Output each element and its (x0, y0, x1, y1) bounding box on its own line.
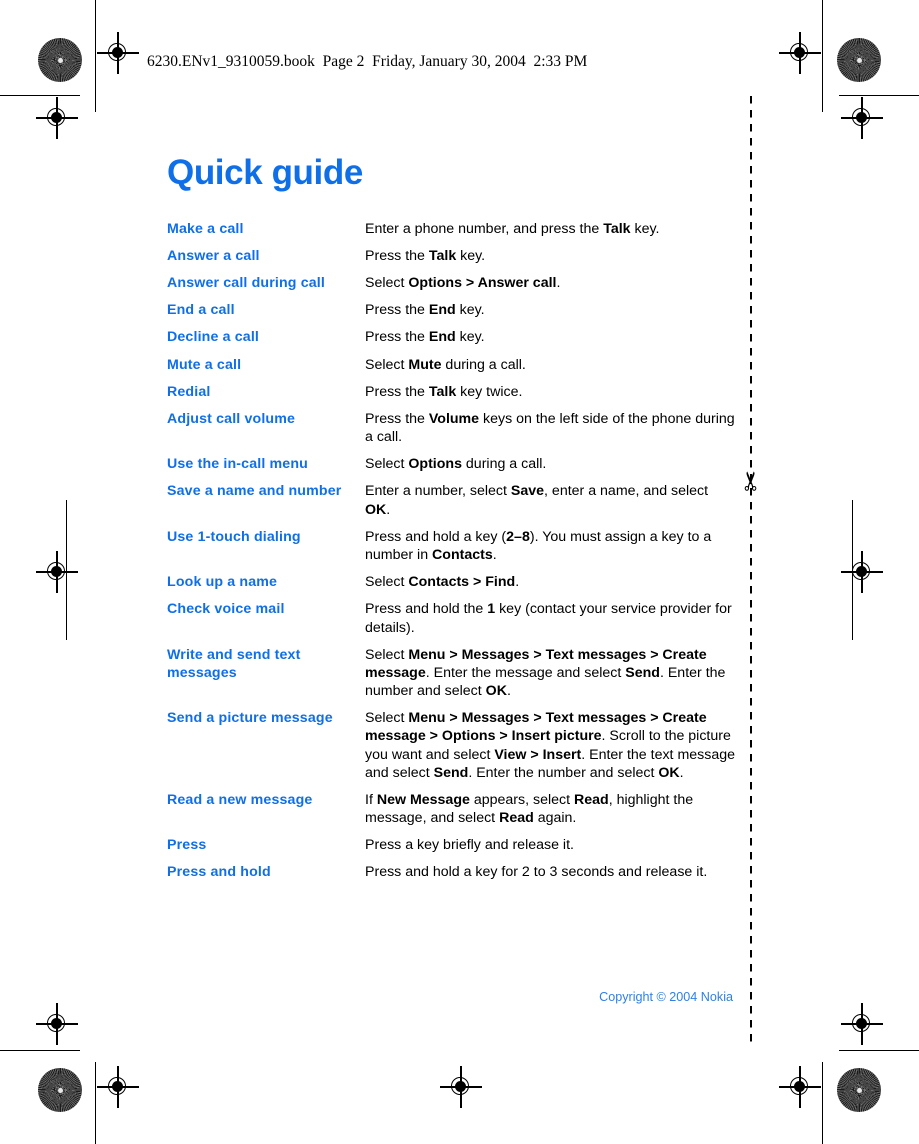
guide-description: Enter a number, select Save, enter a nam… (365, 483, 709, 518)
registration-target-right-middle (841, 551, 883, 593)
trim-rule-vertical-right-top (822, 0, 824, 112)
table-row: Adjust call volume Press the Volume keys … (167, 410, 737, 455)
guide-description: Select Contacts > Find. (365, 574, 520, 591)
registration-target-bottom-left (97, 1066, 139, 1108)
guide-description: Press a key briefly and release it. (365, 837, 574, 854)
guide-description: Enter a phone number, and press the Talk… (365, 220, 660, 237)
guide-term: Send a picture message (167, 710, 333, 727)
guide-description: Select Menu > Messages > Text messages >… (365, 710, 736, 781)
table-row: Mute a call Select Mute during a call. (167, 356, 737, 383)
quick-guide-table: Make a call Enter a phone number, and pre… (167, 220, 737, 891)
guide-term: Decline a call (167, 329, 260, 346)
guide-term: Press and hold (167, 864, 271, 881)
quick-guide-table-body: Make a call Enter a phone number, and pre… (167, 220, 737, 891)
guide-term: Write and send text messages (167, 646, 301, 681)
guide-term: Answer call during call (167, 275, 325, 292)
guide-term: Press (167, 837, 207, 854)
guide-description: Select Options > Answer call. (365, 275, 561, 292)
guide-term: Answer a call (167, 247, 260, 264)
registration-target-right-lower (841, 1003, 883, 1045)
table-row: Send a picture message Select Menu > Mess… (167, 709, 737, 791)
trim-rule-vertical-right-bottom (822, 1062, 824, 1144)
table-row: Use the in-call menu Select Options durin… (167, 455, 737, 482)
guide-description: Select Mute during a call. (365, 356, 526, 373)
table-row: Write and send text messages Select Menu … (167, 646, 737, 710)
guide-description: Select Menu > Messages > Text messages >… (365, 646, 726, 700)
registration-target-left-lower (36, 1003, 78, 1045)
guide-term: Save a name and number (167, 483, 342, 500)
trim-rule-vertical-left-middle (66, 500, 68, 640)
guide-description: Press the Talk key twice. (365, 383, 523, 400)
table-row: Read a new message If New Message appears… (167, 791, 737, 836)
scissors-icon: ✂ (735, 470, 766, 492)
registration-target-bottom-right (779, 1066, 821, 1108)
guide-term: Use 1-touch dialing (167, 528, 301, 545)
footer-copyright: Copyright © 2004 Nokia (599, 990, 733, 1004)
trim-rule-vertical-right-middle (852, 500, 854, 640)
guide-description: Press and hold the 1 key (contact your s… (365, 601, 732, 636)
trim-rule-horizontal-left-bottom (0, 1050, 80, 1052)
guide-term: Check voice mail (167, 601, 285, 618)
guide-term: Look up a name (167, 574, 278, 591)
registration-target-right-upper (841, 97, 883, 139)
guide-description: Press the Volume keys on the left side o… (365, 410, 735, 446)
registration-target-bottom-center (440, 1066, 482, 1108)
guide-term: Make a call (167, 220, 244, 237)
table-row: Use 1-touch dialing Press and hold a key … (167, 528, 737, 573)
starburst-registration-mark-top-right (837, 38, 881, 82)
table-row: Redial Press the Talk key twice. (167, 383, 737, 410)
table-row: Press and hold Press and hold a key for 2… (167, 863, 737, 890)
starburst-registration-mark-bottom-right (837, 1068, 881, 1112)
guide-term: Use the in-call menu (167, 456, 308, 473)
table-row: Make a call Enter a phone number, and pre… (167, 220, 737, 247)
guide-description: Press and hold a key (2–8). You must ass… (365, 528, 712, 563)
book-header-line: 6230.ENv1_9310059.book Page 2 Friday, Ja… (147, 53, 588, 70)
table-row: Save a name and number Enter a number, se… (167, 482, 737, 527)
guide-description: Select Options during a call. (365, 456, 547, 473)
table-row: Check voice mail Press and hold the 1 key… (167, 600, 737, 645)
guide-term: Read a new message (167, 791, 313, 808)
guide-description: Press and hold a key for 2 to 3 seconds … (365, 864, 708, 881)
table-row: End a call Press the End key. (167, 301, 737, 328)
cut-guide-dashed-line (750, 96, 752, 1046)
table-row: Answer call during call Select Options > … (167, 274, 737, 301)
guide-description: If New Message appears, select Read, hig… (365, 791, 694, 827)
registration-target-left-upper (36, 97, 78, 139)
registration-target-top-right (779, 32, 821, 74)
guide-term: End a call (167, 302, 235, 319)
trim-rule-horizontal-right-bottom (839, 1050, 919, 1052)
starburst-registration-mark-bottom-left (38, 1068, 82, 1112)
guide-term: Mute a call (167, 356, 242, 373)
table-row: Decline a call Press the End key. (167, 328, 737, 355)
starburst-registration-mark-top-left (38, 38, 82, 82)
guide-term: Redial (167, 383, 211, 400)
page-title: Quick guide (167, 153, 363, 192)
page-content: Quick guide Make a call Enter a phone num… (167, 153, 737, 891)
table-row: Press Press a key briefly and release it. (167, 836, 737, 863)
guide-description: Press the End key. (365, 302, 485, 319)
guide-description: Press the Talk key. (365, 247, 486, 264)
guide-description: Press the End key. (365, 329, 485, 346)
registration-target-left-middle (36, 551, 78, 593)
table-row: Answer a call Press the Talk key. (167, 247, 737, 274)
table-row: Look up a name Select Contacts > Find. (167, 573, 737, 600)
registration-target-top-left (97, 32, 139, 74)
guide-term: Adjust call volume (167, 410, 296, 427)
